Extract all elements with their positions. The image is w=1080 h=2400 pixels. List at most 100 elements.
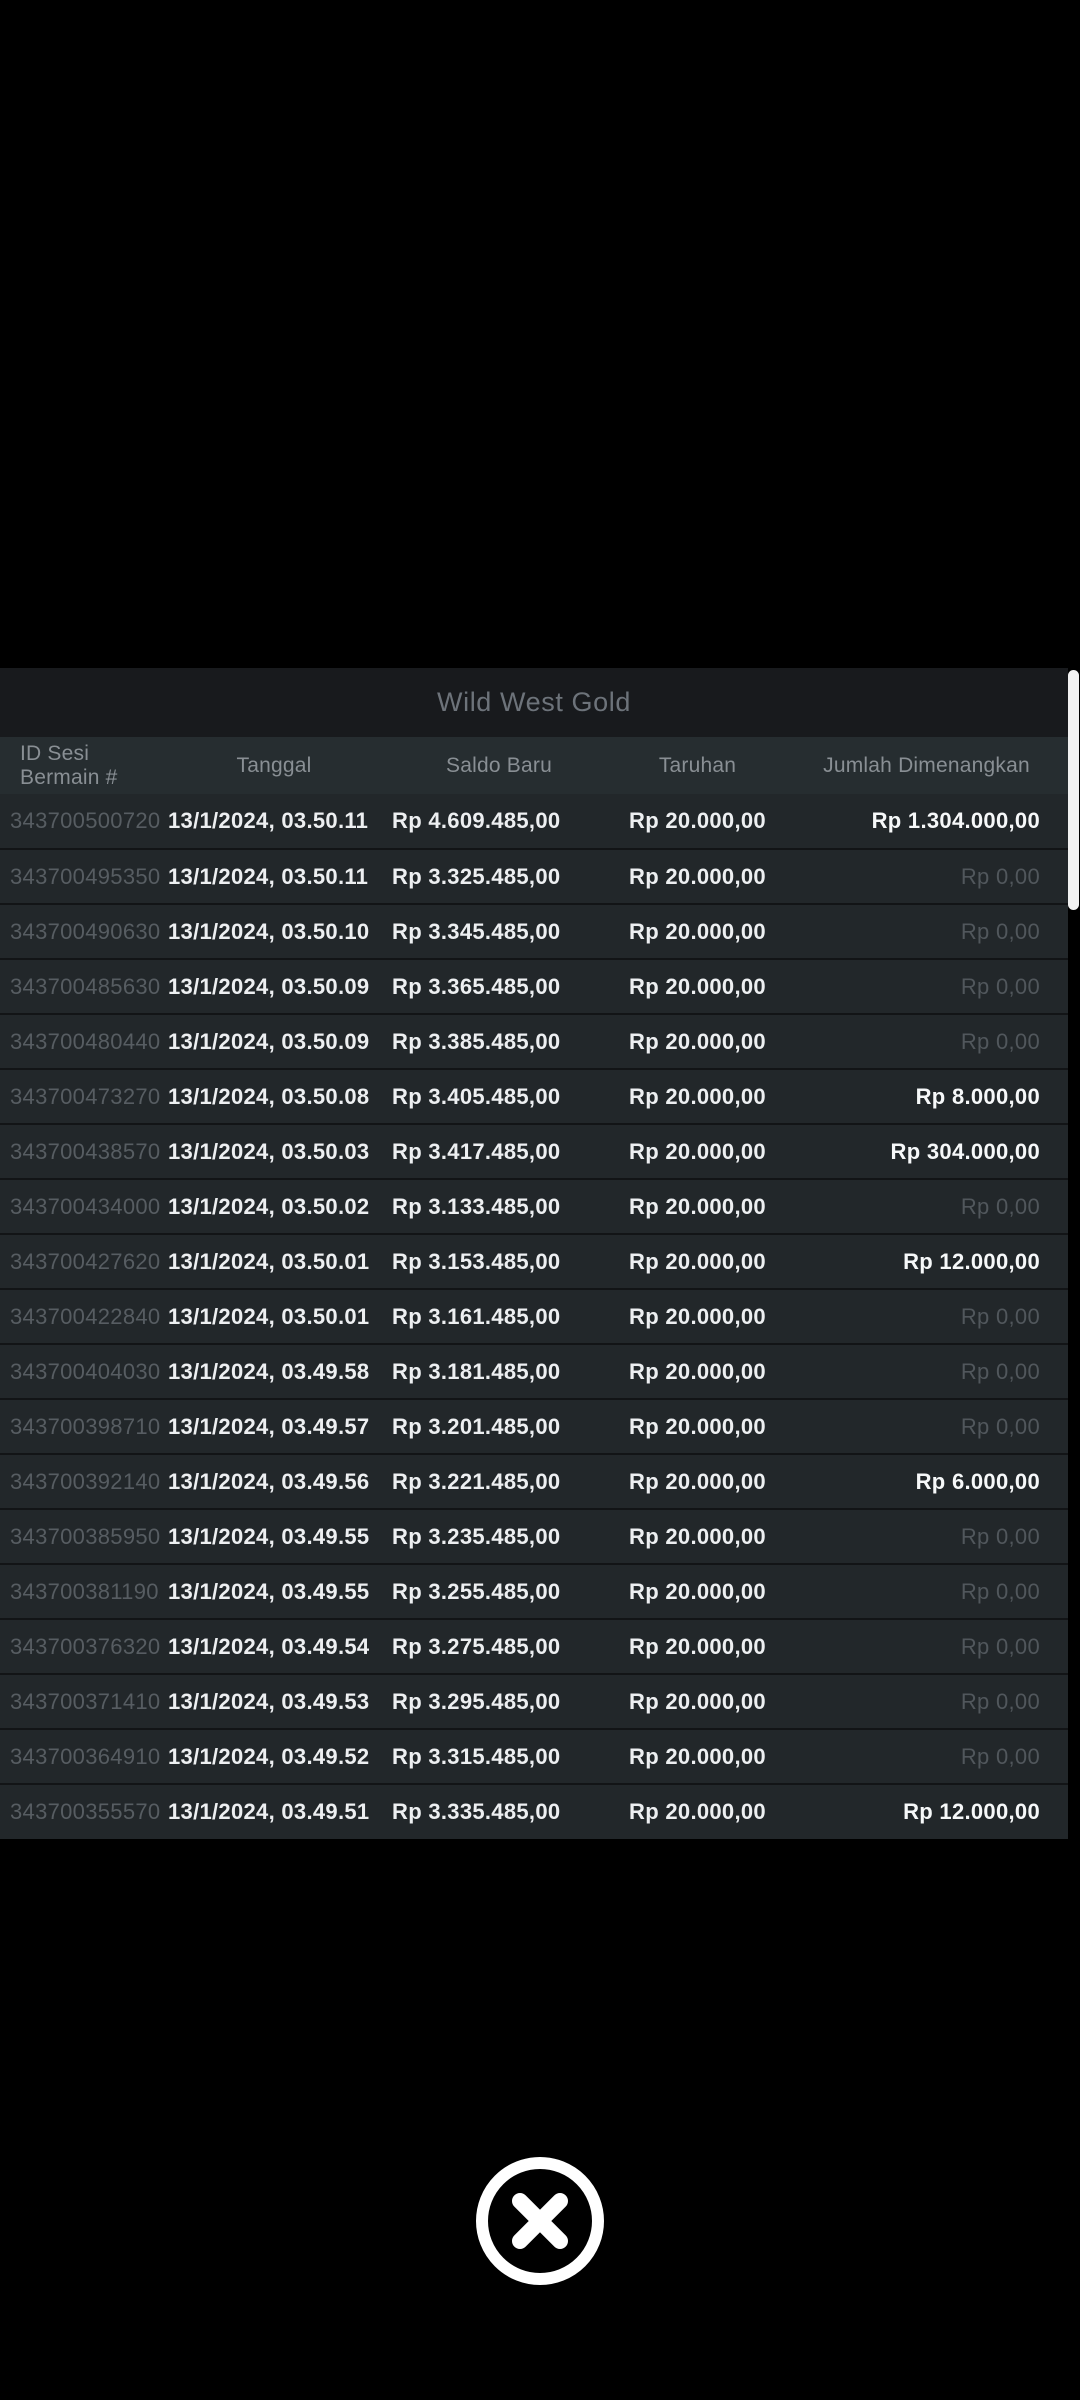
session-id-cell: 34370042284029: [0, 1288, 160, 1344]
table-row: 34370048044029 13/1/2024, 03.50.09 Rp 3.…: [0, 1013, 1068, 1069]
new-balance-cell: Rp 3.365.485,00: [388, 958, 610, 1014]
session-id-cell: 34370049535029: [0, 848, 160, 904]
session-id-cell: 34370049063029: [0, 903, 160, 959]
win-amount-cell: Rp 0,00: [785, 1288, 1068, 1344]
bet-cell: Rp 20.000,00: [610, 903, 785, 959]
date-cell: 13/1/2024, 03.49.56: [160, 1453, 388, 1509]
session-id-cell: 34370035557029: [0, 1783, 160, 1839]
bet-cell: Rp 20.000,00: [610, 848, 785, 904]
new-balance-cell: Rp 3.275.485,00: [388, 1618, 610, 1674]
win-amount-cell: Rp 0,00: [785, 1508, 1068, 1564]
date-cell: 13/1/2024, 03.49.55: [160, 1563, 388, 1619]
bet-cell: Rp 20.000,00: [610, 1178, 785, 1234]
win-amount-cell: Rp 0,00: [785, 1728, 1068, 1784]
bet-cell: Rp 20.000,00: [610, 1728, 785, 1784]
bet-cell: Rp 20.000,00: [610, 1783, 785, 1839]
session-id-cell: 34370037141029: [0, 1673, 160, 1729]
session-id-cell: 34370042762029: [0, 1233, 160, 1289]
table-row: 34370036491029 13/1/2024, 03.49.52 Rp 3.…: [0, 1728, 1068, 1784]
win-amount-cell: Rp 1.304.000,00: [871, 808, 1040, 833]
close-icon: [476, 2157, 604, 2285]
new-balance-cell: Rp 3.295.485,00: [388, 1673, 610, 1729]
game-title: Wild West Gold: [437, 687, 631, 717]
scrollbar-thumb[interactable]: [1068, 670, 1079, 910]
new-balance-cell: Rp 3.181.485,00: [388, 1343, 610, 1399]
date-cell: 13/1/2024, 03.50.11: [160, 848, 388, 904]
date-cell: 13/1/2024, 03.50.09: [160, 1013, 388, 1069]
win-amount-cell: Rp 0,00: [785, 1563, 1068, 1619]
win-amount-cell: Rp 0,00: [785, 1013, 1068, 1069]
column-header-date: Tanggal: [236, 753, 312, 777]
bet-cell: Rp 20.000,00: [610, 958, 785, 1014]
table-header-row: ID Sesi Bermain # Tanggal Saldo Baru Tar…: [0, 737, 1068, 794]
new-balance-cell: Rp 3.315.485,00: [388, 1728, 610, 1784]
win-amount-cell: Rp 8.000,00: [785, 1068, 1068, 1124]
table-row: 34370040403029 13/1/2024, 03.49.58 Rp 3.…: [0, 1343, 1068, 1399]
date-cell: 13/1/2024, 03.50.01: [160, 1288, 388, 1344]
session-id-cell: 34370038595029: [0, 1508, 160, 1564]
session-id-cell: 34370048563029: [0, 958, 160, 1014]
session-id-cell: 34370047327029: [0, 1068, 160, 1124]
close-button[interactable]: [475, 2156, 605, 2286]
bet-cell: Rp 20.000,00: [610, 1508, 785, 1564]
bet-cell: Rp 20.000,00: [610, 1673, 785, 1729]
date-cell: 13/1/2024, 03.50.02: [160, 1178, 388, 1234]
new-balance-cell: Rp 3.153.485,00: [388, 1233, 610, 1289]
table-row: 34370048563029 13/1/2024, 03.50.09 Rp 3.…: [0, 958, 1068, 1014]
win-amount-cell: Rp 0,00: [785, 1398, 1068, 1454]
session-id-cell: 34370043857029: [0, 1123, 160, 1179]
new-balance-cell: Rp 3.235.485,00: [388, 1508, 610, 1564]
column-header-bet: Taruhan: [658, 753, 737, 777]
new-balance-cell: Rp 4.609.485,00: [392, 808, 561, 833]
win-amount-cell: Rp 0,00: [785, 1178, 1068, 1234]
game-history-modal: Wild West Gold ID Sesi Bermain # Tanggal…: [0, 668, 1068, 1839]
bet-cell: Rp 20.000,00: [610, 1123, 785, 1179]
win-amount-cell: Rp 0,00: [785, 848, 1068, 904]
win-amount-cell: Rp 0,00: [785, 958, 1068, 1014]
session-id-cell: 34370039214029: [0, 1453, 160, 1509]
session-id-cell: 34370038119029: [0, 1563, 160, 1619]
win-amount-cell: Rp 12.000,00: [785, 1233, 1068, 1289]
table-row: 34370047327029 13/1/2024, 03.50.08 Rp 3.…: [0, 1068, 1068, 1124]
date-cell: 13/1/2024, 03.49.54: [160, 1618, 388, 1674]
date-cell: 13/1/2024, 03.50.09: [160, 958, 388, 1014]
bet-cell: Rp 20.000,00: [610, 1013, 785, 1069]
table-row: 34370042762029 13/1/2024, 03.50.01 Rp 3.…: [0, 1233, 1068, 1289]
win-amount-cell: Rp 6.000,00: [785, 1453, 1068, 1509]
date-cell: 13/1/2024, 03.49.51: [160, 1783, 388, 1839]
table-row: 34370042284029 13/1/2024, 03.50.01 Rp 3.…: [0, 1288, 1068, 1344]
new-balance-cell: Rp 3.161.485,00: [388, 1288, 610, 1344]
win-amount-cell: Rp 0,00: [785, 903, 1068, 959]
table-row: 34370049535029 13/1/2024, 03.50.11 Rp 3.…: [0, 848, 1068, 904]
session-id-cell: 34370048044029: [0, 1013, 160, 1069]
session-id-cell: 34370043400029: [0, 1178, 160, 1234]
new-balance-cell: Rp 3.335.485,00: [388, 1783, 610, 1839]
bet-cell: Rp 20.000,00: [610, 1068, 785, 1124]
table-row: 34370049063029 13/1/2024, 03.50.10 Rp 3.…: [0, 903, 1068, 959]
date-cell: 13/1/2024, 03.49.57: [160, 1398, 388, 1454]
new-balance-cell: Rp 3.345.485,00: [388, 903, 610, 959]
bet-cell: Rp 20.000,00: [610, 1233, 785, 1289]
new-balance-cell: Rp 3.325.485,00: [388, 848, 610, 904]
column-header-new-balance: Saldo Baru: [446, 753, 552, 777]
table-row: 34370037632029 13/1/2024, 03.49.54 Rp 3.…: [0, 1618, 1068, 1674]
new-balance-cell: Rp 3.133.485,00: [388, 1178, 610, 1234]
date-cell: 13/1/2024, 03.49.55: [160, 1508, 388, 1564]
session-history-table: ID Sesi Bermain # Tanggal Saldo Baru Tar…: [0, 737, 1068, 1839]
column-header-session-id: ID Sesi Bermain #: [20, 741, 118, 789]
session-id-cell: 34370037632029: [0, 1618, 160, 1674]
table-row: 34370038119029 13/1/2024, 03.49.55 Rp 3.…: [0, 1563, 1068, 1619]
date-cell: 13/1/2024, 03.50.10: [160, 903, 388, 959]
bet-cell: Rp 20.000,00: [610, 1453, 785, 1509]
table-row: 34370039871029 13/1/2024, 03.49.57 Rp 3.…: [0, 1398, 1068, 1454]
table-row: 34370038595029 13/1/2024, 03.49.55 Rp 3.…: [0, 1508, 1068, 1564]
column-header-amount-won: Jumlah Dimenangkan: [823, 753, 1030, 777]
session-id-cell: 34370050072029: [10, 808, 160, 833]
win-amount-cell: Rp 304.000,00: [785, 1123, 1068, 1179]
bet-cell: Rp 20.000,00: [610, 1288, 785, 1344]
date-cell: 13/1/2024, 03.49.52: [160, 1728, 388, 1784]
new-balance-cell: Rp 3.405.485,00: [388, 1068, 610, 1124]
session-id-cell: 34370036491029: [0, 1728, 160, 1784]
bet-cell: Rp 20.000,00: [629, 808, 766, 833]
table-row: 34370050072029 13/1/2024, 03.50.11 Rp 4.…: [0, 794, 1068, 849]
